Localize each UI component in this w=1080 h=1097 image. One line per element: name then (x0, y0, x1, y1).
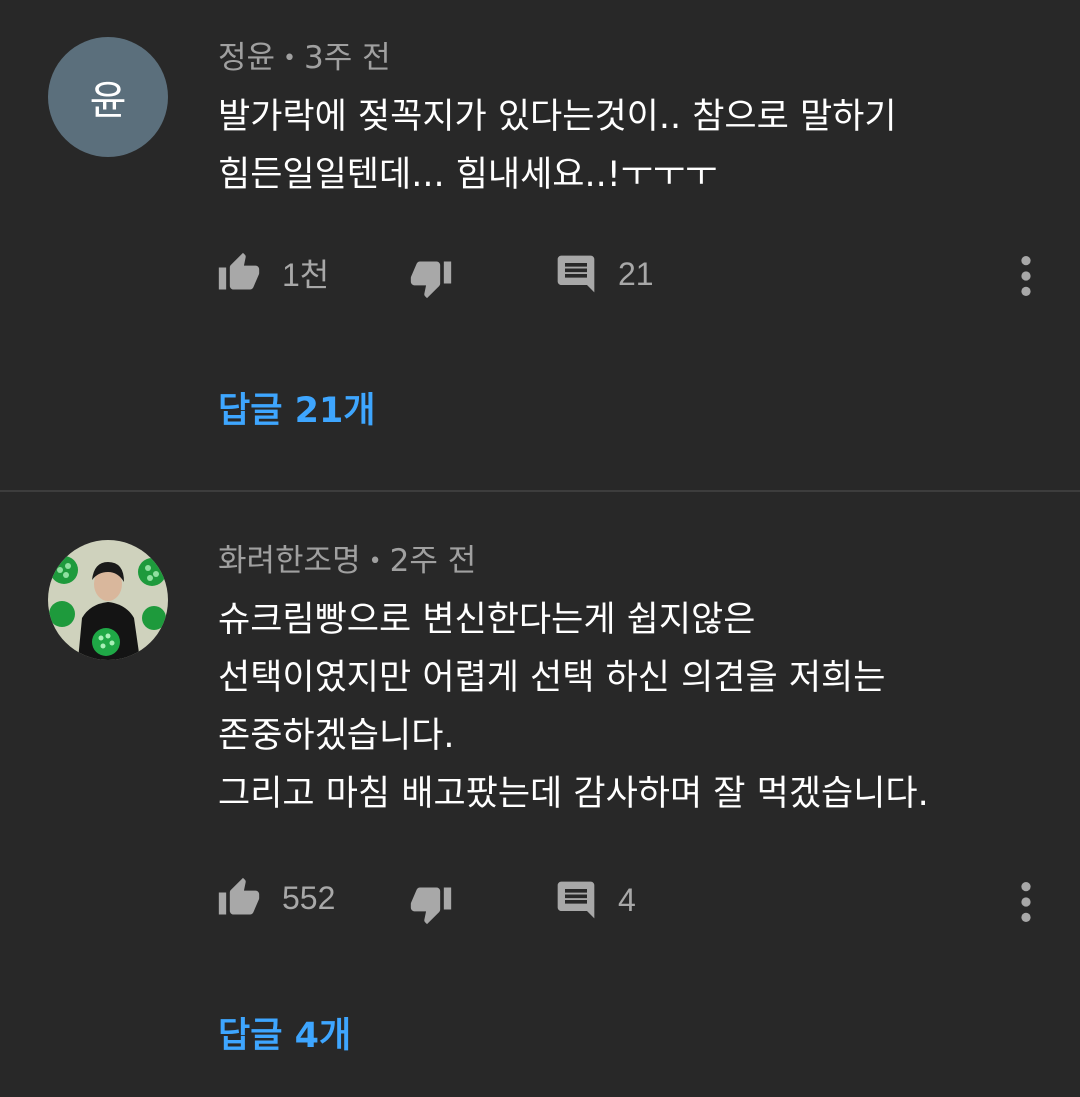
thumb-up-icon (216, 876, 262, 920)
comment-actions: 552 4 (0, 872, 1080, 928)
view-replies-link[interactable]: 답글 4개 (218, 1007, 351, 1058)
reply-button[interactable]: 4 (554, 878, 636, 922)
more-vertical-icon (1016, 880, 1036, 924)
comment-time[interactable]: 2주 전 (390, 543, 477, 579)
avatar[interactable] (48, 540, 168, 660)
avatar[interactable]: 윤 (48, 37, 168, 157)
more-options-button[interactable] (1016, 254, 1036, 298)
comment-icon (554, 878, 598, 922)
more-options-button[interactable] (1016, 880, 1036, 924)
comment-text: 슈크림빵으로 변신한다는게 쉽지않은 선택이였지만 어렵게 선택 하신 의견을 … (218, 591, 1038, 823)
reply-count: 4 (618, 881, 636, 918)
comment-icon (554, 252, 598, 296)
like-button[interactable]: 1천 (216, 250, 329, 296)
like-count: 1천 (282, 257, 330, 293)
comments-page: 윤 정윤 • 3주 전 발가락에 젖꼭지가 있다는것이.. 참으로 말하기 힘든일일… (0, 0, 1080, 1097)
comment-line: 그리고 마침 배고팠는데 감사하며 잘 먹겠습니다. (218, 774, 929, 814)
comment-line: 존중하겠습니다. (218, 716, 455, 756)
meta-separator: • (283, 46, 297, 71)
thumb-down-icon (408, 882, 454, 926)
comment-meta: 정윤 • 3주 전 (218, 38, 391, 82)
reply-count: 21 (618, 255, 654, 292)
comment-line: 선택이였지만 어렵게 선택 하신 의견을 저희는 (218, 658, 886, 698)
meta-separator: • (368, 549, 382, 574)
comment-line: 발가락에 젖꼭지가 있다는것이.. 참으로 말하기 (218, 97, 897, 137)
comment-line: 슈크림빵으로 변신한다는게 쉽지않은 (218, 600, 756, 640)
thumb-down-icon (408, 256, 454, 300)
comment-divider (0, 490, 1080, 492)
dislike-button[interactable] (408, 882, 454, 926)
comment-meta: 화려한조명 • 2주 전 (218, 541, 476, 585)
comment-text: 발가락에 젖꼭지가 있다는것이.. 참으로 말하기 힘든일일텐데... 힘내세요… (218, 88, 1038, 204)
more-vertical-icon (1016, 254, 1036, 298)
thumb-up-icon (216, 251, 262, 295)
author-name[interactable]: 화려한조명 (218, 543, 361, 579)
author-name[interactable]: 정윤 (218, 40, 275, 76)
avatar-letter: 윤 (89, 78, 127, 124)
view-replies-link[interactable]: 답글 21개 (218, 382, 376, 433)
like-count: 552 (282, 879, 336, 916)
dislike-button[interactable] (408, 256, 454, 300)
comment-actions: 1천 21 (0, 246, 1080, 302)
avatar-image (48, 540, 168, 660)
reply-button[interactable]: 21 (554, 252, 654, 296)
comment-time[interactable]: 3주 전 (304, 40, 391, 76)
comment-line: 힘든일일텐데... 힘내세요..!ㅜㅜㅜ (218, 155, 718, 195)
like-button[interactable]: 552 (216, 876, 335, 920)
